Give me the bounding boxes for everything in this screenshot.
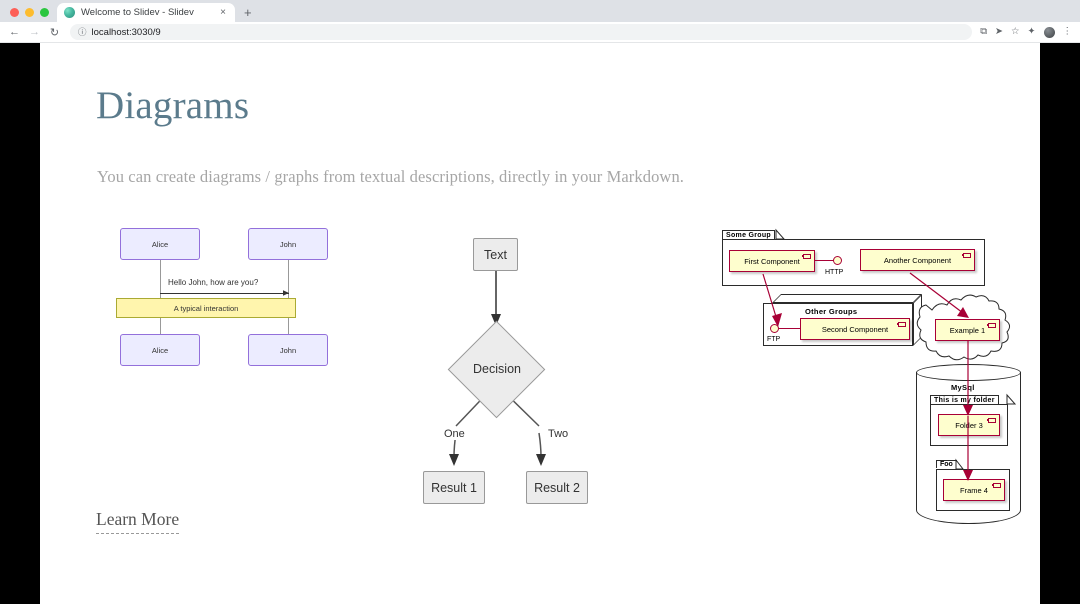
package-tab-some-group: Some Group xyxy=(722,230,776,239)
presentation-stage: Diagrams You can create diagrams / graph… xyxy=(0,43,1080,604)
interface-ftp xyxy=(770,324,779,333)
actor-alice-top: Alice xyxy=(120,228,200,260)
bookmark-icon[interactable]: ☆ xyxy=(1011,27,1020,37)
actor-label: John xyxy=(279,239,297,249)
flow-decision-label: Decision xyxy=(473,362,521,376)
node-other-groups-top xyxy=(772,294,922,303)
interface-http xyxy=(833,256,842,265)
component-badge-icon xyxy=(986,417,996,423)
component-badge-icon xyxy=(896,321,906,327)
flow-node-result-2: Result 2 xyxy=(526,471,588,504)
menu-icon[interactable]: ⋮ xyxy=(1063,27,1073,37)
component-frame-4: Frame 4 xyxy=(943,479,1005,501)
actor-label: Alice xyxy=(151,239,169,249)
flow-node-start: Text xyxy=(473,238,518,271)
forward-icon[interactable]: → xyxy=(26,24,43,41)
flowchart: Text Decision One Two Result 1 Result 2 xyxy=(423,228,645,528)
actor-label: Alice xyxy=(151,345,169,355)
component-label: Example 1 xyxy=(949,325,986,335)
sequence-message-arrow xyxy=(160,293,289,294)
slide-canvas[interactable]: Diagrams You can create diagrams / graph… xyxy=(40,43,1040,604)
browser-tab-strip: Welcome to Slidev - Slidev × + xyxy=(0,0,1080,22)
actor-john-top: John xyxy=(248,228,328,260)
component-badge-icon xyxy=(986,322,996,328)
extensions-icon[interactable]: ✦ xyxy=(1028,27,1036,37)
browser-window: Welcome to Slidev - Slidev × + ← → ↻ ⓘ l… xyxy=(0,0,1080,604)
window-controls xyxy=(0,8,57,22)
page-title: Diagrams xyxy=(96,84,250,127)
actor-alice-bottom: Alice xyxy=(120,334,200,366)
database-mysql-top xyxy=(916,364,1021,381)
page-subtitle: You can create diagrams / graphs from te… xyxy=(97,167,685,186)
slidev-logo-icon xyxy=(64,7,75,18)
component-label: Another Component xyxy=(883,255,952,265)
plantuml-diagram: Some Group First Component HTTP Another … xyxy=(720,228,1021,548)
component-label: First Component xyxy=(744,256,800,266)
frame-tab-foo: Foo xyxy=(936,460,957,468)
component-another: Another Component xyxy=(860,249,975,271)
browser-toolbar: ← → ↻ ⓘ localhost:3030/9 ⧉ ➤ ☆ ✦ ⋮ xyxy=(0,22,1080,43)
link-ftp-to-second xyxy=(779,328,801,330)
learn-more-link[interactable]: Learn More xyxy=(96,509,180,534)
maximize-window-button[interactable] xyxy=(40,8,49,17)
flow-edge-label-right: Two xyxy=(547,428,570,440)
component-example-1: Example 1 xyxy=(935,319,1000,341)
component-label: Frame 4 xyxy=(960,485,988,495)
sequence-message-label: Hello John, how are you? xyxy=(168,278,259,287)
component-badge-icon xyxy=(801,253,811,259)
site-info-icon[interactable]: ⓘ xyxy=(78,26,87,38)
translate-icon[interactable]: ⧉ xyxy=(980,27,987,37)
database-mysql-title: MySql xyxy=(951,383,975,392)
node-label: Result 2 xyxy=(534,480,580,495)
sequence-note: A typical interaction xyxy=(116,298,296,318)
component-first: First Component xyxy=(729,250,815,272)
sequence-diagram: Alice John Hello John, how are you? A ty… xyxy=(116,228,370,373)
toolbar-actions: ⧉ ➤ ☆ ✦ ⋮ xyxy=(980,26,1074,38)
folder-tab: This is my folder xyxy=(930,395,999,404)
component-second: Second Component xyxy=(800,318,910,340)
actor-john-bottom: John xyxy=(248,334,328,366)
node-other-groups-title: Other Groups xyxy=(805,307,858,316)
link-first-to-http xyxy=(815,260,834,262)
note-label: A typical interaction xyxy=(173,303,239,313)
flow-node-result-1: Result 1 xyxy=(423,471,485,504)
minimize-window-button[interactable] xyxy=(25,8,34,17)
interface-ftp-label: FTP xyxy=(767,336,781,343)
node-label: Text xyxy=(484,247,507,262)
component-label: Second Component xyxy=(821,324,889,334)
component-badge-icon xyxy=(961,252,971,258)
flow-edge-label-left: One xyxy=(443,428,466,440)
component-folder-3: Folder 3 xyxy=(938,414,1000,436)
interface-http-label: HTTP xyxy=(825,269,844,276)
close-window-button[interactable] xyxy=(10,8,19,17)
address-bar[interactable]: ⓘ localhost:3030/9 xyxy=(70,24,973,40)
reload-icon[interactable]: ↻ xyxy=(46,24,63,41)
component-label: Folder 3 xyxy=(955,420,983,430)
node-other-groups-side xyxy=(913,294,922,346)
node-label: Result 1 xyxy=(431,480,477,495)
actor-label: John xyxy=(279,345,297,355)
url-text: localhost:3030/9 xyxy=(91,26,161,38)
browser-tab[interactable]: Welcome to Slidev - Slidev × xyxy=(57,3,235,22)
close-icon[interactable]: × xyxy=(218,7,228,18)
tab-title: Welcome to Slidev - Slidev xyxy=(81,7,194,18)
back-icon[interactable]: ← xyxy=(6,24,23,41)
component-badge-icon xyxy=(991,482,1001,488)
new-tab-button[interactable]: + xyxy=(235,6,260,22)
send-icon[interactable]: ➤ xyxy=(995,27,1003,37)
avatar[interactable] xyxy=(1043,26,1055,38)
